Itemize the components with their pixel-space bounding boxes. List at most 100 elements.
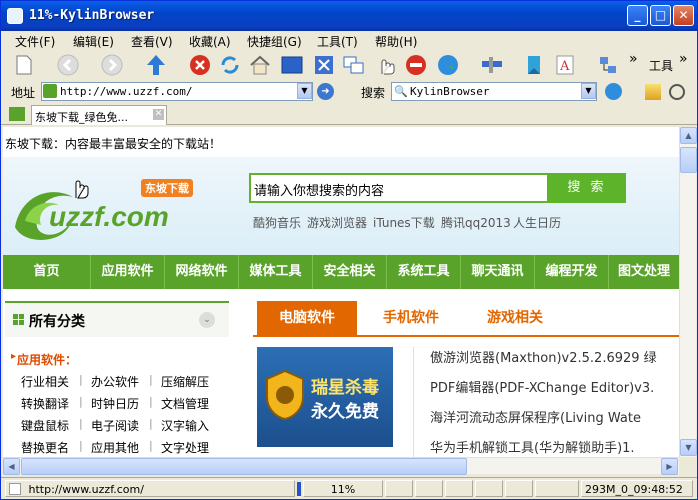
nav-item[interactable]: 网络软件 (165, 255, 239, 289)
tools-icon[interactable] (479, 53, 505, 77)
home-icon[interactable] (247, 53, 273, 77)
menu-quickgroup[interactable]: 快捷组(G) (247, 33, 302, 50)
tab-close-icon[interactable]: ✕ (153, 109, 164, 120)
logo-text: uzzf.com (49, 201, 169, 232)
highlight-icon[interactable] (645, 84, 661, 100)
hand-icon[interactable] (373, 53, 399, 77)
close-button[interactable]: ✕ (673, 5, 694, 26)
category-link[interactable]: 转换翻译 (21, 395, 69, 412)
search-engine-input[interactable]: KylinBrowser (391, 82, 597, 101)
horizontal-scrollbar[interactable]: ◀ ▶ (3, 457, 679, 475)
maximize-button[interactable]: □ (650, 5, 671, 26)
globe-icon[interactable] (435, 53, 461, 77)
site-search-input[interactable]: 请输入你想搜索的内容 (249, 173, 549, 203)
windows-icon[interactable] (341, 53, 367, 77)
category-link[interactable]: 电子阅读 (91, 417, 139, 434)
tab-mobile-software[interactable]: 手机软件 (361, 301, 461, 335)
tab-uzzf[interactable]: 东坡下载_绿色免... (31, 105, 167, 125)
block-icon[interactable] (403, 53, 429, 77)
address-dropdown-icon[interactable]: ▼ (297, 83, 312, 99)
hot-link[interactable]: iTunes下载 (373, 214, 435, 231)
tools-overflow-label[interactable]: 工具 (649, 57, 673, 74)
bookmark-icon[interactable] (521, 53, 547, 77)
site-search-button[interactable]: 搜 索 (548, 173, 626, 203)
new-page-icon[interactable] (11, 53, 37, 77)
tab-pc-software[interactable]: 电脑软件 (257, 301, 357, 335)
nav-item[interactable]: 安全相关 (313, 255, 387, 289)
news-item[interactable]: 傲游浏览器(Maxthon)v2.5.2.6929 绿 (430, 347, 657, 366)
status-mail-icon[interactable] (445, 480, 473, 497)
go-icon[interactable]: ➜ (317, 83, 334, 100)
toolbar-chevron-icon[interactable]: » (679, 51, 688, 67)
nav-item[interactable]: 首页 (3, 255, 91, 289)
hscroll-thumb[interactable] (21, 458, 467, 475)
search-engine-globe-icon[interactable] (605, 83, 622, 100)
refresh-icon[interactable] (217, 53, 243, 77)
tab-list-icon[interactable] (9, 107, 25, 121)
category-link[interactable]: 应用其他 (91, 439, 139, 456)
up-arrow-icon[interactable] (143, 53, 169, 77)
nav-item[interactable]: 应用软件 (91, 255, 165, 289)
scroll-up-icon[interactable]: ▲ (680, 127, 697, 144)
stop-icon[interactable] (187, 53, 213, 77)
news-item[interactable]: PDF编辑器(PDF-XChange Editor)v3. (430, 377, 654, 396)
category-link[interactable]: 时钟日历 (91, 395, 139, 412)
nav-item[interactable]: 图文处理 (609, 255, 679, 289)
status-lock-icon[interactable] (385, 480, 413, 497)
menu-favorites[interactable]: 收藏(A) (189, 33, 231, 50)
hot-link[interactable]: 腾讯qq2013 (441, 214, 511, 231)
collapse-chevron-icon[interactable]: ⌄ (199, 312, 215, 328)
category-link[interactable]: 行业相关 (21, 373, 69, 390)
category-link[interactable]: 办公软件 (91, 373, 139, 390)
nav-item[interactable]: 媒体工具 (239, 255, 313, 289)
menu-edit[interactable]: 编辑(E) (73, 33, 114, 50)
status-display-icon[interactable] (475, 480, 503, 497)
menu-file[interactable]: 文件(F) (15, 33, 55, 50)
vertical-scrollbar[interactable]: ▲ ▼ (679, 127, 697, 457)
subcategory-title[interactable]: 应用软件： (17, 351, 77, 368)
hot-link[interactable]: 游戏浏览器 (307, 214, 367, 231)
nav-item[interactable]: 聊天通讯 (461, 255, 535, 289)
text-size-icon[interactable]: A (553, 53, 579, 77)
status-zoom-icon[interactable] (535, 480, 579, 497)
category-link[interactable]: 文档管理 (161, 395, 209, 412)
menu-tools[interactable]: 工具(T) (317, 33, 358, 50)
category-link[interactable]: 汉字输入 (161, 417, 209, 434)
status-popup-icon[interactable] (415, 480, 443, 497)
scroll-left-icon[interactable]: ◀ (3, 458, 20, 475)
scroll-down-icon[interactable]: ▼ (680, 439, 697, 456)
find-icon[interactable] (669, 84, 685, 100)
category-link[interactable]: 压缩解压 (161, 373, 209, 390)
forward-icon[interactable] (99, 53, 125, 77)
minimize-button[interactable]: _ (627, 5, 648, 26)
category-link[interactable]: 替换更名 (21, 439, 69, 456)
menu-help[interactable]: 帮助(H) (375, 33, 417, 50)
search-dropdown-icon[interactable]: ▼ (581, 83, 596, 99)
window-title: 11%-KylinBrowser (29, 8, 155, 23)
status-url-field: http://www.uzzf.com/ (5, 480, 295, 497)
menu-view[interactable]: 查看(V) (131, 33, 173, 50)
category-link[interactable]: 文字处理 (161, 439, 209, 456)
status-globe-icon[interactable] (505, 480, 533, 497)
news-item[interactable]: 海洋河流动态屏保程序(Living Wate (430, 407, 641, 426)
site-logo[interactable]: uzzf.com 东坡下载 (11, 177, 221, 247)
fullscreen-icon[interactable] (279, 53, 305, 77)
category-link[interactable]: 键盘鼠标 (21, 417, 69, 434)
promo-banner[interactable]: 瑞星杀毒 永久免费 (257, 347, 393, 447)
tab-games[interactable]: 游戏相关 (465, 301, 565, 335)
hot-link[interactable]: 人生日历 (513, 214, 561, 231)
hot-link[interactable]: 酷狗音乐 (253, 214, 301, 231)
news-item[interactable]: 华为手机解锁工具(华为解锁助手)1. (430, 437, 635, 456)
link-separator: | (149, 439, 153, 452)
scroll-thumb[interactable] (680, 147, 697, 173)
address-input[interactable]: http://www.uzzf.com/ (41, 82, 313, 101)
window-tile-icon[interactable] (311, 53, 337, 77)
scroll-right-icon[interactable]: ▶ (661, 458, 678, 475)
back-icon[interactable] (55, 53, 81, 77)
nav-item[interactable]: 编程开发 (535, 255, 609, 289)
toolbar-chevron-icon[interactable]: » (629, 51, 638, 67)
news-list: 傲游浏览器(Maxthon)v2.5.2.6929 绿 PDF编辑器(PDF-X… (413, 347, 673, 457)
nav-item[interactable]: 系统工具 (387, 255, 461, 289)
network-icon[interactable] (595, 53, 621, 77)
menu-bar: 文件(F) 编辑(E) 查看(V) 收藏(A) 快捷组(G) 工具(T) 帮助(… (1, 31, 697, 49)
